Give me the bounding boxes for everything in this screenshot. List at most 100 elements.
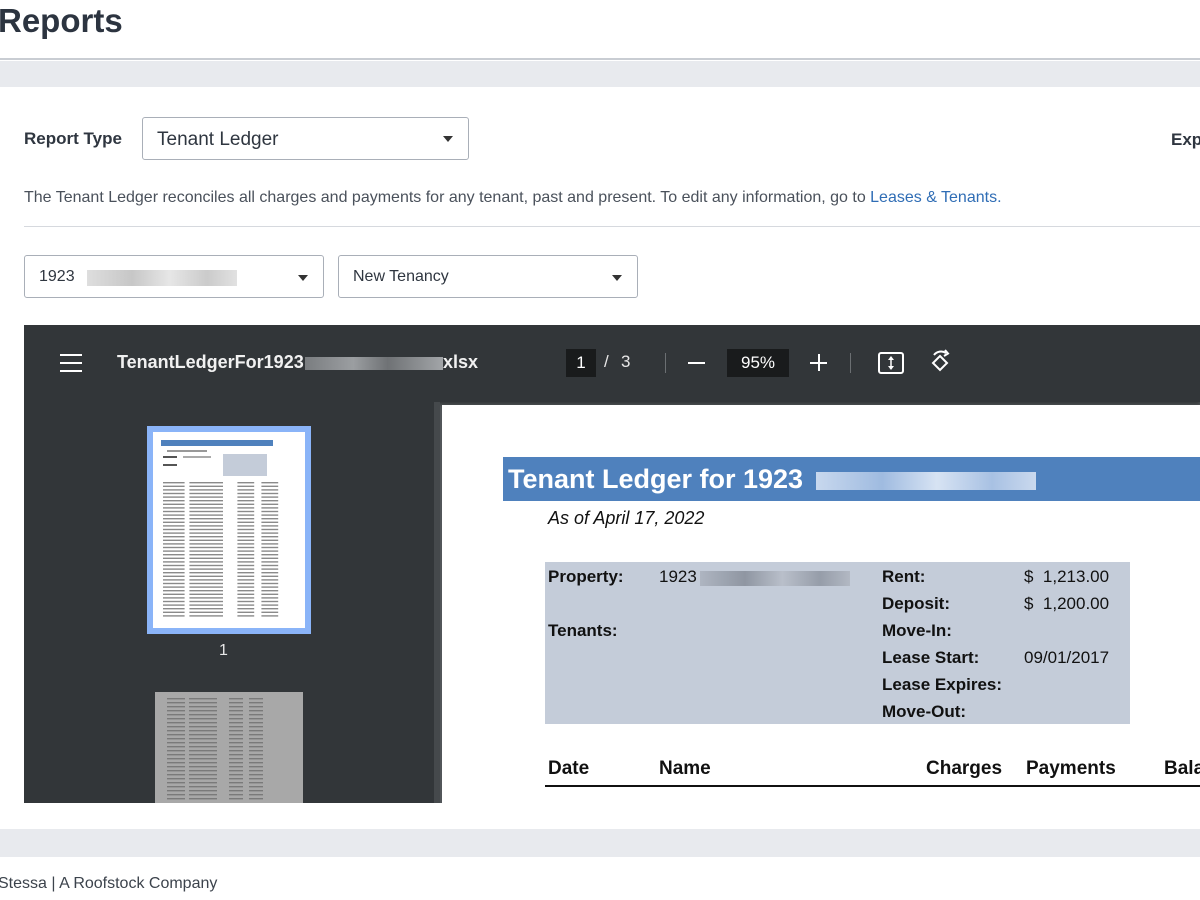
report-type-select[interactable]: Tenant Ledger: [142, 117, 469, 160]
thumbnail-row-line: [189, 738, 217, 740]
thumbnail-row-line: [237, 568, 255, 570]
thumbnail-row-line: [189, 554, 223, 556]
thumbnail-row-line: [163, 543, 185, 545]
thumbnail-row-line: [261, 611, 279, 613]
thumbnail-row-line: [237, 525, 255, 527]
thumbnail-row-line: [163, 611, 185, 613]
thumbnail-row-line: [167, 742, 185, 744]
thumbnail-row-line: [189, 482, 223, 484]
redacted-file-name: [305, 357, 443, 370]
thumbnail-row-line: [237, 496, 255, 498]
toolbar-divider: [850, 353, 851, 373]
thumbnail-row-line: [189, 600, 223, 603]
zoom-input[interactable]: 95%: [727, 349, 789, 377]
zoom-in-icon-vertical[interactable]: [818, 354, 820, 371]
thumbnail-row-line: [229, 698, 243, 700]
thumbnail-row-line: [163, 525, 185, 527]
thumbnail-row-line: [189, 489, 223, 491]
page-number-input[interactable]: 1: [566, 349, 596, 377]
thumbnail-row-line: [189, 546, 223, 549]
report-description-text: The Tenant Ledger reconciles all charges…: [24, 189, 871, 206]
thumbnail-row-line: [249, 782, 263, 784]
thumbnail-row-line: [261, 597, 279, 599]
tenancy-select[interactable]: New Tenancy: [338, 255, 638, 298]
thumbnail-row-line: [229, 758, 243, 760]
column-header-date: Date: [548, 758, 590, 779]
report-description: The Tenant Ledger reconciles all charges…: [24, 189, 1002, 207]
thumbnail-row-line: [261, 496, 279, 498]
document-viewer: TenantLedgerFor1923 xlsx 1 / 3 95% 1 Ten…: [24, 325, 1200, 803]
sidebar-scrollbar[interactable]: [434, 402, 440, 803]
thumbnail-row-line: [261, 572, 279, 574]
column-header-charges: Charges: [926, 758, 1003, 779]
thumbnail-row-line: [189, 492, 223, 495]
zoom-out-icon[interactable]: [688, 362, 705, 364]
page-thumbnail-1[interactable]: [147, 426, 311, 634]
thumbnail-row-line: [229, 742, 243, 744]
rotate-icon[interactable]: [926, 349, 954, 377]
thumbnail-row-line: [229, 722, 243, 724]
thumbnail-row-line: [163, 604, 185, 606]
thumbnail-row-line: [261, 586, 279, 588]
thumbnail-row-line: [163, 528, 185, 531]
thumbnail-row-line: [189, 714, 217, 716]
report-type-label: Report Type: [24, 129, 122, 148]
property-select-value: 1923: [39, 268, 75, 285]
thumbnail-row-line: [189, 496, 223, 498]
thumbnail-row-line: [237, 500, 255, 502]
thumbnail-row-line: [249, 762, 263, 764]
thumbnail-row-line: [163, 532, 185, 534]
thumbnail-row-line: [189, 798, 217, 800]
thumbnail-row-line: [163, 539, 185, 541]
thumbnail-row-line: [189, 710, 217, 712]
thumbnail-row-line: [189, 698, 217, 700]
thumbnail-row-line: [261, 593, 279, 595]
thumbnail-row-line: [237, 579, 255, 581]
thumbnail-row-line: [163, 510, 185, 513]
thumbnail-row-line: [229, 710, 243, 712]
property-select[interactable]: 1923: [24, 255, 324, 298]
thumbnail-row-line: [237, 593, 255, 595]
thumbnail-row-line: [249, 714, 263, 716]
lease-start-label: Lease Start:: [882, 648, 980, 667]
thumbnail-row-line: [167, 754, 185, 756]
thumbnail-row-line: [229, 750, 243, 752]
thumbnail-row-line: [249, 738, 263, 740]
thumbnail-row-line: [189, 766, 217, 768]
thumbnail-row-line: [167, 782, 185, 784]
thumbnail-row-line: [261, 500, 279, 502]
thumbnail-row-line: [163, 572, 185, 574]
thumbnail-row-line: [189, 525, 223, 527]
thumbnail-label: 1: [219, 642, 228, 659]
thumbnail-preview: [153, 432, 305, 628]
thumbnail-row-line: [163, 518, 185, 520]
page-thumbnail-2[interactable]: [155, 692, 303, 803]
thumbnail-row-line: [189, 518, 223, 520]
thumbnail-row-line: [167, 774, 185, 776]
thumbnail-row-line: [237, 590, 255, 592]
thumbnail-row-line: [189, 572, 223, 574]
thumbnail-row-line: [261, 615, 279, 617]
thumbnail-row-line: [237, 564, 255, 567]
thumbnail-row-line: [189, 790, 217, 792]
thumbnail-row-line: [163, 514, 185, 516]
thumbnail-row-line: [229, 706, 243, 708]
thumbnail-row-line: [261, 518, 279, 520]
thumbnail-row-line: [249, 766, 263, 768]
export-label[interactable]: Exp: [1171, 130, 1200, 150]
thumbnail-row-line: [189, 543, 223, 545]
fit-page-icon[interactable]: [878, 352, 904, 374]
chevron-down-icon: [612, 275, 622, 281]
column-header-balance: Bala: [1164, 758, 1200, 779]
thumbnail-row-line: [249, 750, 263, 752]
menu-icon[interactable]: [60, 354, 82, 372]
thumbnail-row-line: [237, 600, 255, 603]
leases-tenants-link[interactable]: Leases & Tenants.: [870, 189, 1001, 206]
thumbnail-row-line: [237, 557, 255, 559]
thumbnail-row-line: [167, 718, 185, 720]
thumbnail-row-line: [163, 496, 185, 498]
thumbnail-row-line: [261, 608, 279, 610]
thumbnail-row-line: [189, 528, 223, 531]
thumbnail-row-line: [229, 766, 243, 768]
thumbnail-row-line: [189, 754, 217, 756]
